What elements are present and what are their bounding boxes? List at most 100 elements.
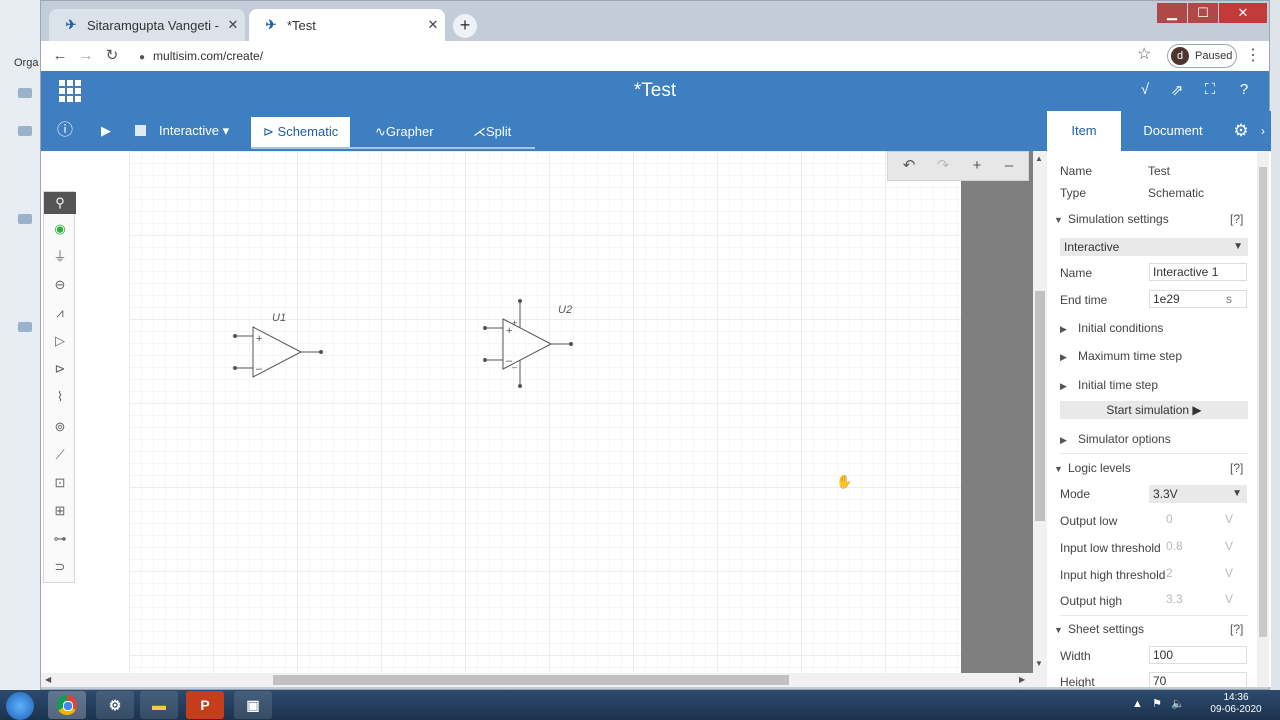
output-high-input: 3.3 V	[1163, 591, 1247, 609]
powerpoint-taskbar-button[interactable]: P	[186, 691, 224, 719]
canvas-vertical-scrollbar[interactable]: ▲ ▼	[1033, 151, 1047, 673]
close-window-button[interactable]: ✕	[1219, 3, 1267, 23]
zoom-in-icon[interactable]: +	[966, 155, 988, 177]
run-simulation-icon[interactable]: ▶	[101, 111, 111, 151]
logic-mode-select[interactable]: 3.3V ▼	[1149, 485, 1247, 503]
divider	[1060, 453, 1248, 454]
forward-icon[interactable]: →	[75, 45, 97, 67]
help-link[interactable]: [?]	[1230, 461, 1243, 475]
zoom-out-icon[interactable]: –	[998, 155, 1020, 177]
redo-icon[interactable]: ↷	[932, 155, 954, 177]
tab-split[interactable]: ⋌Split	[461, 117, 523, 147]
tray-arrow-icon[interactable]: ▲	[1132, 698, 1143, 710]
remote-taskbar-button[interactable]: ▣	[234, 691, 272, 719]
diode-icon[interactable]: ⊳	[44, 356, 76, 382]
simulation-mode-dropdown[interactable]: Interactive ▾	[159, 111, 229, 151]
select-value: 3.3V	[1153, 487, 1178, 501]
share-icon[interactable]: ⇗	[1166, 81, 1188, 103]
profile-button[interactable]: d Paused	[1167, 44, 1237, 68]
tab-document[interactable]: Document	[1121, 111, 1225, 151]
logic-gate-icon[interactable]: ⊃	[44, 554, 76, 580]
sheet-height-input[interactable]: 70	[1149, 672, 1247, 687]
simulator-options-row[interactable]: ▶ Simulator options	[1060, 432, 1171, 446]
panel-scrollbar[interactable]	[1257, 151, 1269, 687]
simulation-settings-header[interactable]: ▼ Simulation settings	[1054, 212, 1169, 226]
tab-grapher[interactable]: ∿Grapher	[363, 117, 446, 147]
scroll-down-icon[interactable]: ▼	[1035, 659, 1043, 668]
close-tab-icon[interactable]: ✕	[421, 17, 445, 33]
clock[interactable]: 14:36 09-06-2020	[1196, 692, 1276, 716]
scroll-thumb[interactable]	[1259, 167, 1267, 637]
minimize-button[interactable]: ▁	[1157, 3, 1187, 23]
start-button[interactable]	[6, 692, 34, 720]
digital-icon[interactable]: ⊞	[44, 498, 76, 524]
schematic-canvas-area[interactable]: + – U1 + – + – U2 ✋ ↶ ↷ + –	[129, 151, 1047, 673]
chrome-taskbar-button[interactable]	[48, 691, 86, 719]
scroll-thumb[interactable]	[1035, 291, 1045, 521]
end-time-input[interactable]: 1e29 s	[1149, 290, 1247, 308]
resistor-icon[interactable]: ⩘	[44, 300, 76, 326]
ground-icon[interactable]: ⏚	[44, 244, 76, 270]
close-tab-icon[interactable]: ✕	[221, 17, 245, 33]
help-link[interactable]: [?]	[1230, 622, 1243, 636]
browser-tab-profile[interactable]: ✈ Sitaramgupta Vangeti - M ✕	[49, 9, 245, 41]
address-bar[interactable]: ● multisim.com/create/	[139, 45, 1139, 67]
start-simulation-button[interactable]: Start simulation ▶	[1060, 401, 1248, 419]
help-link[interactable]: [?]	[1230, 212, 1243, 226]
opamp-u1[interactable]: + –	[233, 326, 323, 378]
folder-icon: ▬	[152, 697, 166, 713]
explorer-taskbar-button[interactable]: ▬	[140, 691, 178, 719]
flag-icon[interactable]: ⚑	[1152, 698, 1162, 710]
probe-icon[interactable]: √	[1134, 81, 1156, 103]
meter-icon[interactable]: ⊚	[44, 414, 76, 440]
info-icon[interactable]: ⓘ	[57, 111, 73, 151]
scroll-up-icon[interactable]: ▲	[1035, 154, 1043, 163]
search-icon[interactable]: ⚲	[44, 192, 76, 214]
connector-icon[interactable]: ⊶	[44, 526, 76, 552]
mixed-icon[interactable]: ⊡	[44, 470, 76, 496]
schematic-drawing[interactable]: + – U1 + – + – U2	[129, 151, 961, 673]
row-label: Simulator options	[1078, 432, 1171, 446]
switch-icon[interactable]: ⟋	[44, 442, 76, 468]
menu-kebab-icon[interactable]: ⋮	[1245, 45, 1261, 65]
input-value: 1e29	[1153, 292, 1180, 306]
tab-item[interactable]: Item	[1047, 111, 1121, 151]
max-time-step-row[interactable]: ▶ Maximum time step	[1060, 349, 1182, 363]
reload-icon[interactable]: ↻	[101, 45, 123, 67]
name-value: Test	[1148, 164, 1171, 178]
simulation-mode-select[interactable]: Interactive ▼	[1060, 238, 1248, 256]
browser-tab-test[interactable]: ✈ *Test ✕	[249, 9, 445, 41]
opamp-icon[interactable]: ▷	[44, 328, 76, 354]
initial-conditions-row[interactable]: ▶ Initial conditions	[1060, 321, 1163, 335]
source-icon[interactable]: ⊖	[44, 272, 76, 298]
sim-name-input[interactable]: Interactive 1	[1149, 263, 1247, 281]
stop-simulation-icon[interactable]	[135, 125, 146, 136]
scroll-right-icon[interactable]: ▶	[1019, 675, 1025, 684]
app-taskbar-button[interactable]: ⚙	[96, 691, 134, 719]
help-icon[interactable]: ?	[1233, 81, 1255, 103]
chevron-right-icon[interactable]: ›	[1255, 111, 1271, 151]
scroll-left-icon[interactable]: ◀	[45, 675, 51, 684]
output-low-input: 0 V	[1163, 511, 1247, 529]
probe-icon[interactable]: ◉	[44, 216, 76, 242]
new-tab-button[interactable]: +	[453, 14, 477, 38]
fullscreen-icon[interactable]: ⛶	[1199, 81, 1221, 103]
gear-icon[interactable]: ⚙	[1227, 111, 1255, 151]
transistor-icon[interactable]: ⌇	[44, 384, 76, 410]
back-icon[interactable]: ←	[49, 45, 71, 67]
sheet-width-input[interactable]: 100	[1149, 646, 1247, 664]
scroll-thumb[interactable]	[273, 675, 789, 685]
schematic-sheet[interactable]: + – U1 + – + – U2 ✋	[129, 151, 961, 673]
output-high-label: Output high	[1060, 594, 1123, 608]
canvas-horizontal-scrollbar[interactable]: ◀ ▶	[41, 673, 1047, 687]
sheet-settings-header[interactable]: ▼ Sheet settings	[1054, 622, 1144, 636]
maximize-button[interactable]: ☐	[1188, 3, 1218, 23]
bookmark-star-icon[interactable]: ☆	[1137, 44, 1151, 64]
initial-time-step-row[interactable]: ▶ Initial time step	[1060, 378, 1158, 392]
volume-icon[interactable]: 🔈	[1171, 698, 1185, 710]
logic-levels-header[interactable]: ▼ Logic levels	[1054, 461, 1131, 475]
undo-icon[interactable]: ↶	[898, 155, 920, 177]
tab-schematic[interactable]: ⊳ Schematic	[251, 117, 351, 147]
input-high-threshold-label: Input high threshold	[1060, 568, 1166, 582]
sheet-width-label: Width	[1060, 649, 1091, 663]
